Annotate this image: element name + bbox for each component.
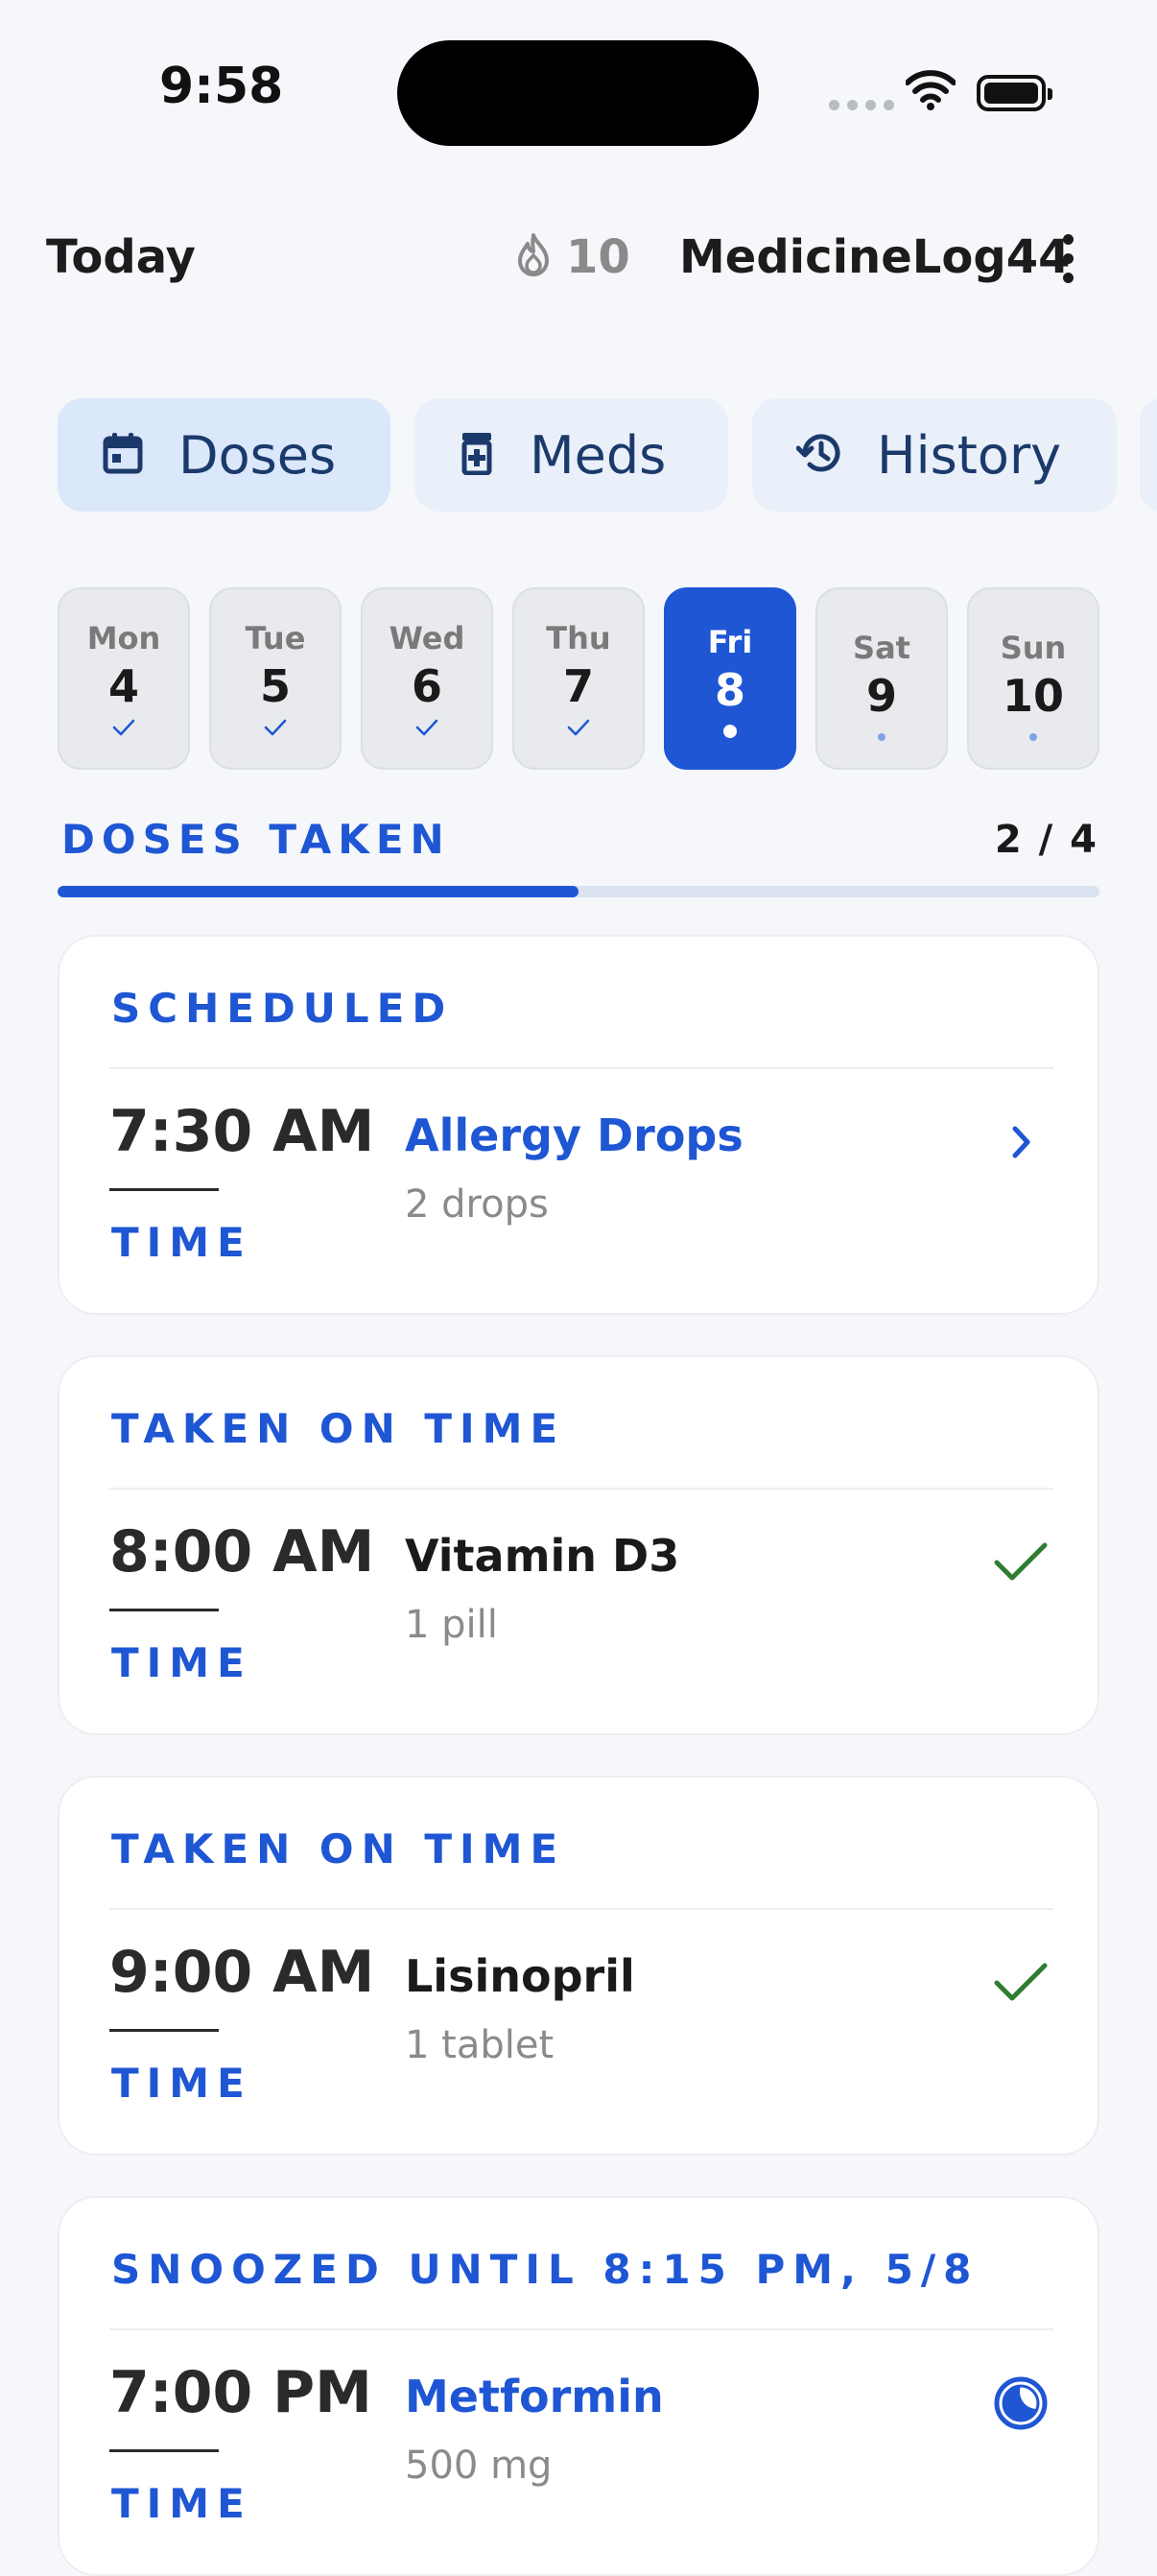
day-tue[interactable]: Tue 5: [209, 587, 342, 770]
wifi-icon: [905, 69, 956, 115]
status-dot: [969, 726, 1098, 749]
calendar-icon: [102, 431, 144, 479]
dose-status: SCHEDULED: [111, 985, 454, 1032]
dose-time: 8:00 AM: [109, 1518, 375, 1586]
time-caption: TIME: [111, 1639, 252, 1686]
day-name: Mon: [86, 620, 161, 656]
time-underline: [109, 2029, 219, 2032]
day-thu[interactable]: Thu 7: [512, 587, 645, 770]
time-caption: TIME: [111, 2060, 252, 2107]
time-caption: TIME: [111, 2480, 252, 2527]
battery-icon: [977, 75, 1052, 111]
medication-name: Lisinopril: [405, 1950, 635, 2002]
tab-history-label: History: [877, 424, 1062, 486]
day-name: Wed: [389, 620, 465, 656]
day-number: 8: [714, 664, 745, 716]
pill-bottle-icon: [459, 431, 495, 479]
dose-time: 7:00 PM: [109, 2359, 372, 2426]
check-icon: [59, 716, 188, 739]
medication-name[interactable]: Allergy Drops: [405, 1109, 744, 1161]
day-mon[interactable]: Mon 4: [58, 587, 190, 770]
streak-indicator: 10: [514, 230, 630, 284]
day-wed[interactable]: Wed 6: [361, 587, 493, 770]
status-dot: [666, 720, 794, 743]
time-underline: [109, 1188, 219, 1191]
snooze-clock-icon[interactable]: [984, 2367, 1057, 2440]
dose-card[interactable]: SCHEDULED 7:30 AM TIME Allergy Drops 2 d…: [58, 935, 1099, 1315]
day-name: Thu: [546, 620, 611, 656]
check-icon: [211, 716, 340, 739]
day-name: Tue: [245, 620, 306, 656]
dose-status: SNOOZED UNTIL 8:15 PM, 5/8: [111, 2246, 980, 2293]
day-number: 6: [411, 660, 442, 712]
dose-card[interactable]: SNOOZED UNTIL 8:15 PM, 5/8 7:00 PM TIME …: [58, 2196, 1099, 2576]
day-sun[interactable]: Sun 10: [967, 587, 1099, 770]
tab-overflow-peek[interactable]: [1140, 398, 1157, 512]
streak-count: 10: [566, 230, 630, 284]
day-name: Sun: [1000, 630, 1067, 666]
progress-count: 2 / 4: [994, 818, 1098, 862]
dynamic-island: [397, 40, 759, 146]
dose-time: 9:00 AM: [109, 1939, 375, 2006]
day-number: 5: [259, 660, 291, 712]
progress-bar: [58, 886, 1099, 897]
card-divider: [109, 1908, 1053, 1910]
history-icon: [795, 431, 842, 479]
cellular-signal-icon: [829, 100, 894, 110]
time-underline: [109, 2449, 219, 2452]
day-fri-selected[interactable]: Fri 8: [664, 587, 796, 770]
more-options-icon[interactable]: [1063, 234, 1074, 283]
day-name: Sat: [853, 630, 910, 666]
medication-name[interactable]: Metformin: [405, 2371, 664, 2422]
time-underline: [109, 1609, 219, 1611]
page-title: Today: [46, 230, 196, 284]
checkmark-icon[interactable]: [984, 1526, 1057, 1599]
dose-status: TAKEN ON TIME: [111, 1405, 566, 1452]
medication-amount: 2 drops: [405, 1182, 549, 1227]
tab-doses-label: Doses: [178, 424, 337, 486]
day-number: 10: [1002, 670, 1064, 722]
username[interactable]: MedicineLog44: [679, 230, 1070, 284]
dose-card[interactable]: TAKEN ON TIME 8:00 AM TIME Vitamin D3 1 …: [58, 1355, 1099, 1735]
card-divider: [109, 2328, 1053, 2330]
day-sat[interactable]: Sat 9: [815, 587, 948, 770]
time-caption: TIME: [111, 1219, 252, 1266]
medication-amount: 500 mg: [405, 2444, 553, 2488]
tab-meds-label: Meds: [530, 424, 667, 486]
medication-name: Vitamin D3: [405, 1530, 680, 1582]
day-number: 9: [865, 670, 897, 722]
card-divider: [109, 1067, 1053, 1069]
day-number: 7: [562, 660, 594, 712]
checkmark-icon[interactable]: [984, 1946, 1057, 2019]
status-time: 9:58: [159, 58, 284, 115]
status-dot: [817, 726, 946, 749]
flame-icon: [514, 232, 553, 282]
chevron-right-icon[interactable]: [984, 1106, 1057, 1179]
day-number: 4: [107, 660, 139, 712]
day-name: Fri: [707, 624, 753, 660]
tab-meds[interactable]: Meds: [414, 398, 728, 512]
medication-amount: 1 pill: [405, 1603, 498, 1647]
progress-label: DOSES TAKEN: [61, 816, 451, 863]
check-icon: [363, 716, 491, 739]
dose-time: 7:30 AM: [109, 1098, 375, 1165]
card-divider: [109, 1488, 1053, 1490]
check-icon: [514, 716, 643, 739]
medication-amount: 1 tablet: [405, 2023, 555, 2067]
tab-history[interactable]: History: [752, 398, 1117, 512]
dose-status: TAKEN ON TIME: [111, 1825, 566, 1872]
dose-card[interactable]: TAKEN ON TIME 9:00 AM TIME Lisinopril 1 …: [58, 1776, 1099, 2156]
progress-bar-fill: [58, 886, 578, 897]
tab-doses[interactable]: Doses: [58, 398, 390, 512]
